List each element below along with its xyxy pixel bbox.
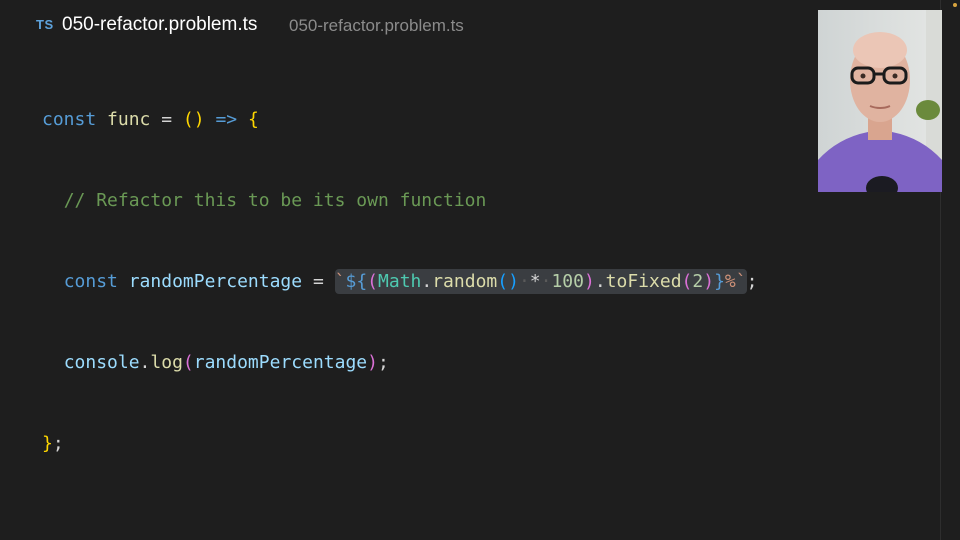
code-line-3[interactable]: const randomPercentage = `${(Math.random… xyxy=(42,268,757,295)
token-comment: // Refactor this to be its own function xyxy=(63,190,487,211)
presenter-image xyxy=(818,10,942,192)
token-random: random xyxy=(432,271,498,292)
token-semicolon: ; xyxy=(746,271,758,292)
code-line-5[interactable]: }; xyxy=(42,430,757,457)
code-line-2[interactable]: // Refactor this to be its own function xyxy=(42,187,757,214)
code-editor[interactable]: const func = () => { // Refactor this to… xyxy=(0,52,936,540)
token-parens: () xyxy=(182,109,205,130)
token-paren: ( xyxy=(182,352,194,373)
token-semicolon: ; xyxy=(377,352,389,373)
token-paren: ) xyxy=(703,271,715,292)
token-interp-open: ${ xyxy=(345,271,368,292)
code-line-1[interactable]: const func = () => { xyxy=(42,106,757,133)
token-open-brace: { xyxy=(247,109,259,130)
token-paren: ) xyxy=(583,271,595,292)
token-backtick: ` xyxy=(735,271,747,292)
token-close-brace: } xyxy=(42,433,53,454)
token-console: console xyxy=(63,352,140,373)
token-dot: . xyxy=(594,271,606,292)
token-dot: . xyxy=(421,271,433,292)
token-func-name: func xyxy=(107,109,151,130)
token-const: const xyxy=(63,271,118,292)
token-number-2: 2 xyxy=(692,271,704,292)
token-number-100: 100 xyxy=(551,271,584,292)
token-equals: = xyxy=(161,109,173,130)
token-semicolon: ; xyxy=(52,433,64,454)
token-percent: % xyxy=(724,271,736,292)
whitespace-marker: · xyxy=(540,271,552,292)
token-random-percentage: randomPercentage xyxy=(128,271,303,292)
code-line-4[interactable]: console.log(randomPercentage); xyxy=(42,349,757,376)
token-backtick: ` xyxy=(334,271,346,292)
token-log: log xyxy=(150,352,183,373)
token-dot: . xyxy=(139,352,151,373)
token-paren: ( xyxy=(367,271,379,292)
template-literal-highlight: `${(Math.random()·*·100).toFixed(2)}%` xyxy=(334,269,747,294)
typescript-file-icon: TS xyxy=(36,17,54,32)
token-math: Math xyxy=(378,271,422,292)
token-tofixed: toFixed xyxy=(605,271,682,292)
code-content[interactable]: const func = () => { // Refactor this to… xyxy=(42,52,757,511)
modified-indicator-dot xyxy=(953,3,957,7)
token-equals: = xyxy=(312,271,324,292)
token-arg: randomPercentage xyxy=(193,352,368,373)
presenter-webcam xyxy=(818,10,942,192)
token-paren: ) xyxy=(367,352,378,373)
token-interp-close: } xyxy=(714,271,725,292)
editor-tab-bar: TS 050-refactor.problem.ts 050-refactor.… xyxy=(0,0,940,52)
token-paren: ( xyxy=(681,271,693,292)
token-const: const xyxy=(42,109,97,130)
tab-file-path: 050-refactor.problem.ts xyxy=(289,16,464,35)
token-arrow: => xyxy=(215,109,238,130)
token-call-parens: () xyxy=(497,271,519,292)
token-multiply: * xyxy=(529,271,541,292)
whitespace-marker: · xyxy=(518,271,530,292)
tab-file-name[interactable]: 050-refactor.problem.ts xyxy=(62,14,257,36)
